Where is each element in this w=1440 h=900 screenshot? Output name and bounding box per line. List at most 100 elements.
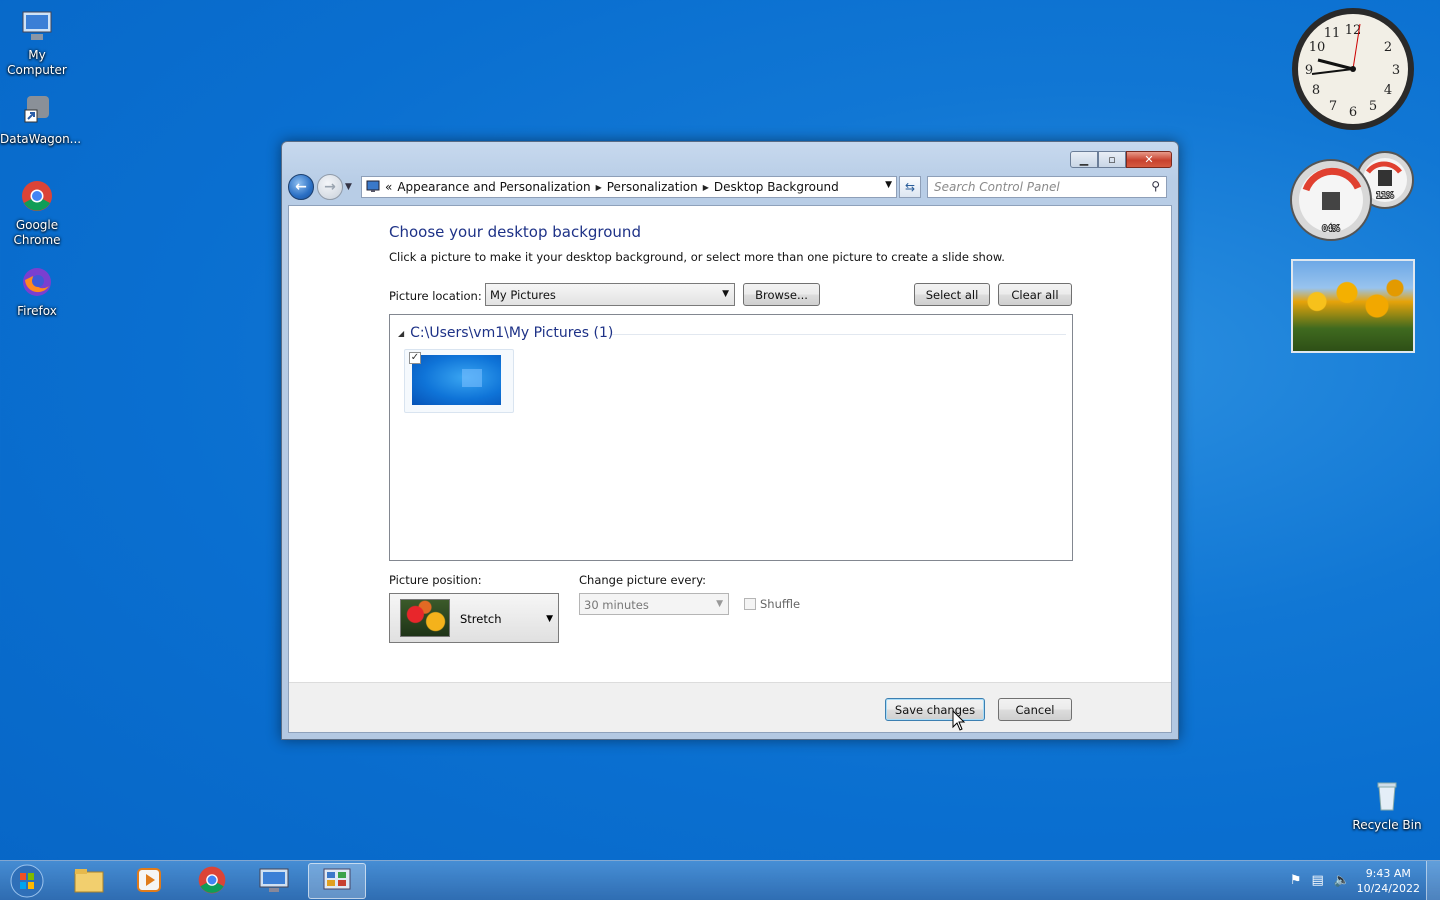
control-panel-icon	[366, 179, 380, 196]
taskbar: ⚑ ▤ 🔈 9:43 AM 10/24/2022	[0, 860, 1440, 900]
show-desktop-button[interactable]	[1426, 861, 1440, 900]
action-center-icon[interactable]: ⚑	[1290, 873, 1302, 888]
address-dropdown-icon[interactable]: ▼	[885, 180, 892, 190]
back-button[interactable]: ←	[288, 174, 314, 200]
cpu-percent: 04%	[1322, 224, 1340, 233]
control-panel-icon	[321, 866, 353, 897]
picture-position-label: Picture position:	[389, 573, 482, 587]
recent-pages-dropdown-icon[interactable]: ▼	[345, 182, 357, 192]
desktop-icon-firefox[interactable]: Firefox	[0, 264, 74, 319]
taskbar-control-panel[interactable]	[308, 863, 366, 899]
group-header[interactable]: ◢ C:\Users\vm1\My Pictures (1)	[398, 325, 613, 341]
picture-position-value: Stretch	[460, 612, 502, 626]
change-every-select[interactable]: 30 minutes ▼	[579, 593, 729, 615]
thumbnail-checkbox[interactable]: ✓	[409, 352, 421, 364]
browse-button[interactable]: Browse...	[743, 283, 820, 306]
chrome-icon	[19, 178, 55, 214]
address-bar[interactable]: « Appearance and Personalization ▶ Perso…	[361, 176, 897, 198]
mouse-cursor-icon	[952, 709, 966, 735]
cpu-meter-gadget[interactable]: 11% 04%	[1288, 148, 1418, 247]
desktop-icon-label: Google Chrome	[13, 218, 61, 247]
clock-gadget[interactable]: 12 2 3 4 5 6 7 8 9 10 11	[1290, 6, 1416, 135]
desktop-icon-label: Firefox	[17, 304, 57, 318]
cancel-button[interactable]: Cancel	[998, 698, 1072, 721]
change-every-value: 30 minutes	[584, 598, 649, 612]
firefox-icon	[19, 264, 55, 300]
desktop-icon-label: DataWagon...	[0, 132, 82, 146]
chrome-icon	[196, 864, 228, 899]
breadcrumb-personalization[interactable]: Personalization	[607, 180, 698, 194]
breadcrumb-desktop-background[interactable]: Desktop Background	[714, 180, 839, 194]
desktop-icon-label: My Computer	[7, 48, 67, 77]
taskbar-explorer[interactable]	[60, 863, 118, 899]
taskbar-remote-desktop[interactable]	[245, 863, 303, 899]
group-divider	[612, 334, 1066, 335]
select-all-button[interactable]: Select all	[914, 283, 990, 306]
datawagon-icon	[19, 92, 55, 128]
collapse-triangle-icon[interactable]: ◢	[398, 329, 404, 338]
address-prefix[interactable]: «	[385, 180, 392, 194]
recycle-bin-icon	[1369, 778, 1405, 814]
desktop-icon-my-computer[interactable]: My Computer	[0, 8, 74, 78]
maximize-button[interactable]: ▫	[1098, 151, 1126, 168]
button-footer: Save changes Cancel	[289, 682, 1171, 732]
taskbar-chrome[interactable]	[183, 863, 241, 899]
chevron-down-icon: ▼	[722, 289, 729, 299]
position-preview-image	[400, 599, 450, 637]
clock-number: 2	[1384, 40, 1392, 55]
breadcrumb-separator-icon[interactable]: ▶	[596, 183, 602, 192]
volume-icon[interactable]: 🔈	[1334, 873, 1350, 888]
picture-position-select[interactable]: Stretch ▼	[389, 593, 559, 643]
start-button[interactable]	[0, 863, 54, 899]
wallpaper-thumbnail-image	[412, 355, 501, 405]
network-icon[interactable]: ▤	[1312, 873, 1324, 888]
page-description: Click a picture to make it your desktop …	[389, 250, 1005, 264]
desktop-icon-chrome[interactable]: Google Chrome	[0, 178, 74, 248]
clock-number: 8	[1312, 83, 1320, 98]
refresh-button[interactable]: ⇆	[899, 176, 921, 198]
clock-number: 3	[1392, 63, 1400, 78]
clock-number: 7	[1329, 99, 1337, 114]
clock-number: 11	[1324, 26, 1341, 41]
system-tray: ⚑ ▤ 🔈	[1290, 873, 1350, 888]
shuffle-checkbox[interactable]	[744, 598, 756, 610]
change-every-label: Change picture every:	[579, 573, 707, 587]
group-title: C:\Users\vm1\My Pictures (1)	[410, 325, 614, 341]
close-button[interactable]: ✕	[1126, 151, 1172, 168]
search-input[interactable]: Search Control Panel ⚲	[927, 176, 1167, 198]
desktop-icon-recycle-bin[interactable]: Recycle Bin	[1350, 778, 1424, 833]
media-player-icon	[135, 866, 163, 897]
taskbar-clock[interactable]: 9:43 AM 10/24/2022	[1357, 866, 1420, 896]
taskbar-media-player[interactable]	[120, 863, 178, 899]
picture-gallery[interactable]: ◢ C:\Users\vm1\My Pictures (1) ✓	[389, 314, 1073, 561]
desktop-icon-label: Recycle Bin	[1352, 818, 1422, 832]
desktop-icon-datawagon[interactable]: DataWagon...	[0, 92, 82, 147]
forward-button[interactable]: →	[317, 174, 343, 200]
picture-location-label: Picture location:	[389, 289, 482, 303]
clock-number: 5	[1369, 99, 1377, 114]
clock-time: 9:43 AM	[1365, 867, 1411, 880]
search-placeholder: Search Control Panel	[934, 180, 1060, 194]
save-changes-button[interactable]: Save changes	[885, 698, 985, 721]
clock-number: 9	[1305, 63, 1313, 78]
slideshow-gadget[interactable]	[1291, 259, 1415, 353]
breadcrumb-appearance[interactable]: Appearance and Personalization	[397, 180, 590, 194]
clock-number: 4	[1384, 83, 1392, 98]
shuffle-label: Shuffle	[760, 597, 801, 611]
window-controls: ▁ ▫ ✕	[1070, 151, 1172, 168]
search-icon: ⚲	[1151, 179, 1160, 193]
page-title: Choose your desktop background	[389, 223, 641, 241]
clear-all-button[interactable]: Clear all	[998, 283, 1072, 306]
picture-location-select[interactable]: My Pictures ▼	[485, 283, 735, 306]
clock-number: 10	[1309, 40, 1326, 55]
monitor-icon	[258, 866, 290, 897]
folder-icon	[73, 866, 105, 897]
clock-date: 10/24/2022	[1356, 882, 1420, 895]
chevron-down-icon: ▼	[716, 599, 723, 609]
breadcrumb-separator-icon[interactable]: ▶	[703, 183, 709, 192]
picture-thumbnail[interactable]: ✓	[404, 349, 514, 413]
chevron-down-icon: ▼	[546, 614, 553, 624]
clock-number: 6	[1349, 105, 1357, 120]
minimize-button[interactable]: ▁	[1070, 151, 1098, 168]
desktop-background-window: ▁ ▫ ✕ ← → ▼ « Appearance and Personaliza…	[281, 141, 1179, 740]
